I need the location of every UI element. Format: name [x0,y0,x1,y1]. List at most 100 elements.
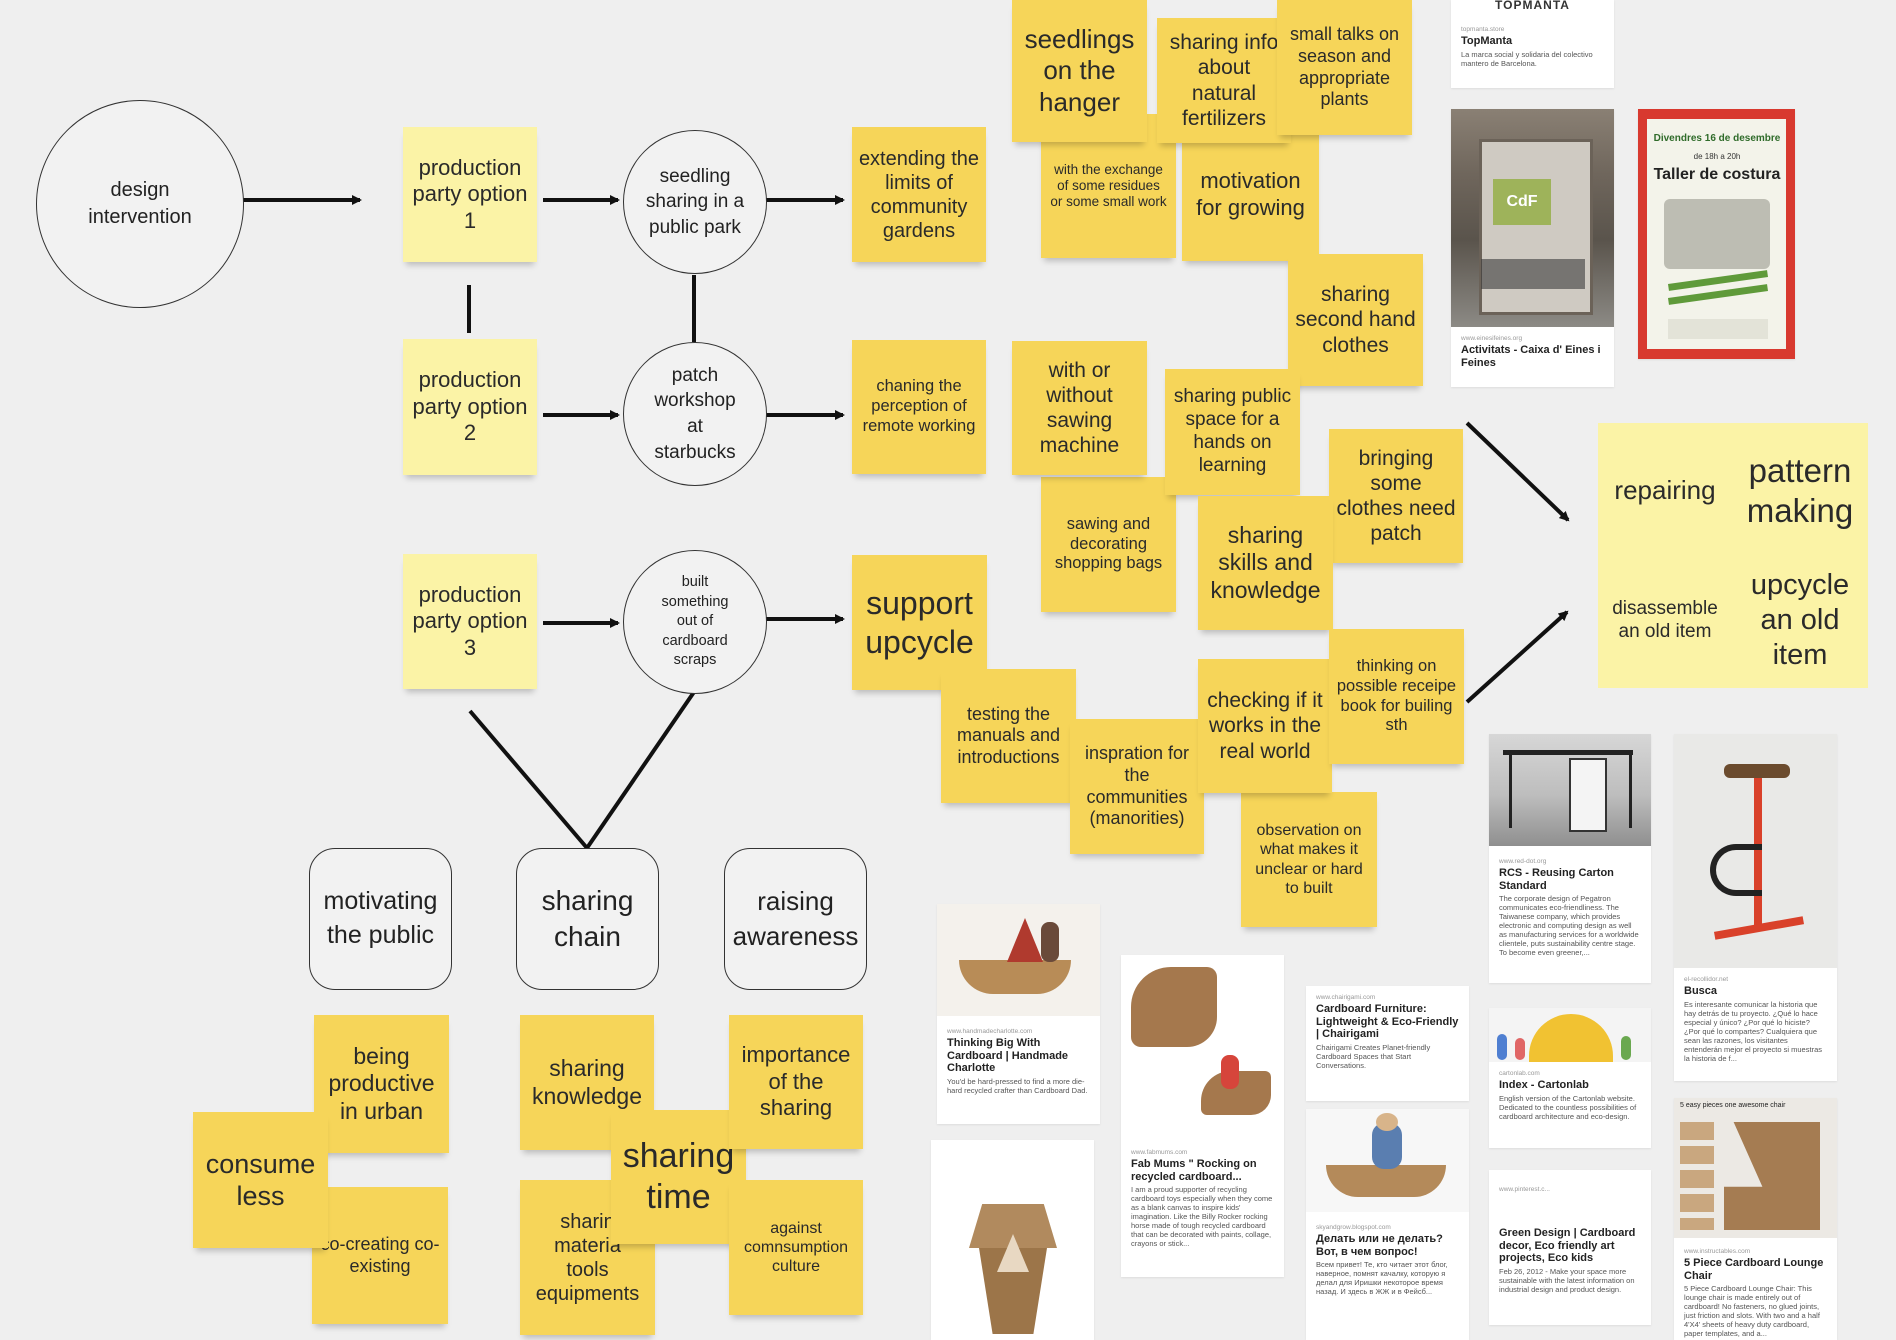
card-description: Chairigami Creates Planet-friendly Cardb… [1316,1042,1431,1070]
card-description: You'd be hard-pressed to find a more die… [947,1076,1088,1095]
note-text: inspration for the communities (manoriti… [1084,743,1190,829]
cardboard-scraps-node[interactable]: built something out of cardboard scraps [623,550,767,694]
child-rocker-photo [1306,1109,1469,1212]
inspiration-communities-note[interactable]: inspration for the communities (manoriti… [1070,719,1204,854]
production-party-option-1-note[interactable]: production party option 1 [403,127,537,262]
box-label: motivating the public [323,887,438,949]
fab-mums-rocking-card[interactable]: www.fabmums.com Fab Mums " Rocking on re… [1121,955,1284,1277]
link-cardboard-chain [585,690,696,850]
cardboard-stool-photo [931,1140,1094,1340]
note-text: repairing [1614,474,1716,505]
caixa-eines-card[interactable]: CdF www.einesifeines.org Activitats - Ca… [1451,109,1614,387]
extending-community-gardens-note[interactable]: extending the limits of community garden… [852,127,986,262]
busca-card[interactable]: el-recollidor.net Busca Es interesante c… [1674,734,1837,1081]
repairing-note[interactable]: repairing [1598,423,1732,558]
design-intervention-node[interactable]: design intervention [36,100,244,308]
testing-manuals-note[interactable]: testing the manuals and introductions [941,669,1076,803]
node-label: patch workshop at starbucks [654,364,736,463]
sawing-shopping-bags-note[interactable]: sawing and decorating shopping bags [1041,477,1176,612]
importance-of-sharing-note[interactable]: importance of the sharing [729,1015,863,1149]
card-source: www.chairigami.com [1316,994,1376,1001]
topmanta-card[interactable]: TOPMANTA topmanta.store TopManta La marc… [1451,0,1614,88]
red-stool-photo [1674,734,1837,968]
small-talks-plants-note[interactable]: small talks on season and appropriate pl… [1277,0,1412,135]
card-title: RCS - Reusing Carton Standard [1499,867,1614,892]
lounge-chair-card[interactable]: 5 easy pieces one awesome chair www.inst… [1674,1098,1837,1340]
rocking-horse-photo [1121,955,1284,1143]
card-source: www.fabmums.com [1131,1149,1188,1156]
motivating-the-public-box[interactable]: motivating the public [309,848,452,990]
russian-blog-card[interactable]: skyandgrow.blogspot.com Делать или не де… [1306,1109,1469,1340]
link-option3-chain [468,709,589,850]
note-text: motivation for growing [1196,168,1305,220]
poster-time: de 18h a 20h [1693,152,1741,161]
card-title: Green Design | Cardboard decor, Eco frie… [1499,1227,1636,1265]
card-title: TopManta [1461,35,1513,47]
sharing-chain-box[interactable]: sharing chain [516,848,659,990]
checking-real-world-note[interactable]: checking if it works in the real world [1198,659,1332,793]
production-party-option-2-note[interactable]: production party option 2 [403,339,537,475]
changing-remote-working-note[interactable]: chaning the perception of remote working [852,340,986,474]
box-label: raising awareness [732,885,859,951]
patch-workshop-node[interactable]: patch workshop at starbucks [623,342,767,486]
note-text: observation on what makes it unclear or … [1255,822,1363,897]
card-title: Fab Mums " Rocking on recycled cardboard… [1131,1158,1257,1183]
motivation-for-growing-note[interactable]: motivation for growing [1182,128,1319,261]
seedlings-on-hanger-note[interactable]: seedlings on the hanger [1012,0,1147,142]
photo-caption: 5 easy pieces one awesome chair [1680,1102,1786,1109]
cardboard-stool-card[interactable] [931,1140,1094,1340]
note-text: sharing skills and knowledge [1210,521,1321,603]
sharing-info-fertilizers-note[interactable]: sharing info about natural fertilizers [1157,18,1291,143]
note-text: consume less [205,1148,316,1211]
green-design-card[interactable]: www.pinterest.c... Green Design | Cardbo… [1489,1170,1651,1325]
cardboard-chair-photo: 5 easy pieces one awesome chair [1674,1098,1837,1238]
arrow-to-repair-group-top [1465,421,1570,522]
node-label: built something out of cardboard scraps [661,574,729,669]
thinking-receipe-book-note[interactable]: thinking on possible receipe book for bu… [1329,629,1464,764]
card-title: Activitats - Caixa d' Eines i Feines [1461,344,1601,369]
card-source: www.handmadecharlotte.com [947,1028,1033,1035]
observation-unclear-note[interactable]: observation on what makes it unclear or … [1241,792,1377,927]
sharing-public-space-note[interactable]: sharing public space for a hands on lear… [1165,369,1300,495]
taller-costura-poster[interactable]: Divendres 16 de desembre de 18h a 20h Ta… [1638,109,1795,359]
co-creating-co-existing-note[interactable]: co-creating co-existing [312,1187,448,1324]
card-title: Thinking Big With Cardboard | Handmade C… [947,1037,1069,1075]
note-text: with or without sawing machine [1039,358,1120,458]
thinking-big-cardboard-card[interactable]: www.handmadecharlotte.com Thinking Big W… [937,904,1100,1124]
cartonlab-card[interactable]: cartonlab.com Index - Cartonlab English … [1489,1008,1651,1148]
disassemble-old-item-note[interactable]: disassemble an old item [1598,553,1732,688]
card-description: The corporate design of Pegatron communi… [1499,894,1639,958]
sharing-second-hand-clothes-note[interactable]: sharing second hand clothes [1288,254,1423,386]
being-productive-urban-note[interactable]: being productive in urban [314,1015,449,1153]
with-or-without-machine-note[interactable]: with or without sawing machine [1012,341,1147,475]
node-label: seedling sharing in a public park [645,165,745,238]
seedling-sharing-node[interactable]: seedling sharing in a public park [623,130,767,274]
against-consumption-note[interactable]: against comnsumption culture [729,1180,863,1315]
pattern-making-note[interactable]: pattern making [1732,423,1868,558]
card-title: Делать или не делать? Вот, в чем вопрос! [1316,1233,1443,1258]
sewing-machine-image [1664,199,1770,269]
card-source: www.pinterest.c... [1499,1186,1550,1193]
note-text: bringing some clothes need patch [1336,446,1456,546]
rcs-reusing-carton-card[interactable]: www.red-dot.org RCS - Reusing Carton Sta… [1489,734,1651,983]
poster-date: Divendres 16 de desembre [1653,133,1781,144]
note-text: pattern making [1746,451,1854,529]
raising-awareness-box[interactable]: raising awareness [724,848,867,990]
chairigami-card[interactable]: www.chairigami.com Cardboard Furniture: … [1306,986,1469,1101]
sharing-time-note[interactable]: sharing time [611,1110,746,1244]
note-text: sawing and decorating shopping bags [1054,514,1163,573]
card-description: English version of the Cartonlab website… [1499,1093,1637,1121]
whiteboard-canvas[interactable]: design intervention production party opt… [0,0,1896,1340]
card-title: 5 Piece Cardboard Lounge Chair [1684,1257,1824,1282]
note-text: extending the limits of community garden… [858,147,980,242]
bringing-clothes-patch-note[interactable]: bringing some clothes need patch [1329,429,1463,563]
note-text: co-creating co-existing [320,1233,440,1276]
sharing-skills-knowledge-note[interactable]: sharing skills and knowledge [1198,496,1333,630]
production-party-option-3-note[interactable]: production party option 3 [403,554,537,689]
card-title: Cardboard Furniture: Lightweight & Eco-F… [1316,1003,1459,1041]
card-description: La marca social y solidaria del colectiv… [1461,49,1593,68]
upcycle-old-item-note[interactable]: upcycle an old item [1732,553,1868,688]
consume-less-note[interactable]: consume less [193,1112,328,1248]
note-text: sharing info about natural fertilizers [1169,31,1279,130]
note-text: chaning the perception of remote working [862,377,976,435]
